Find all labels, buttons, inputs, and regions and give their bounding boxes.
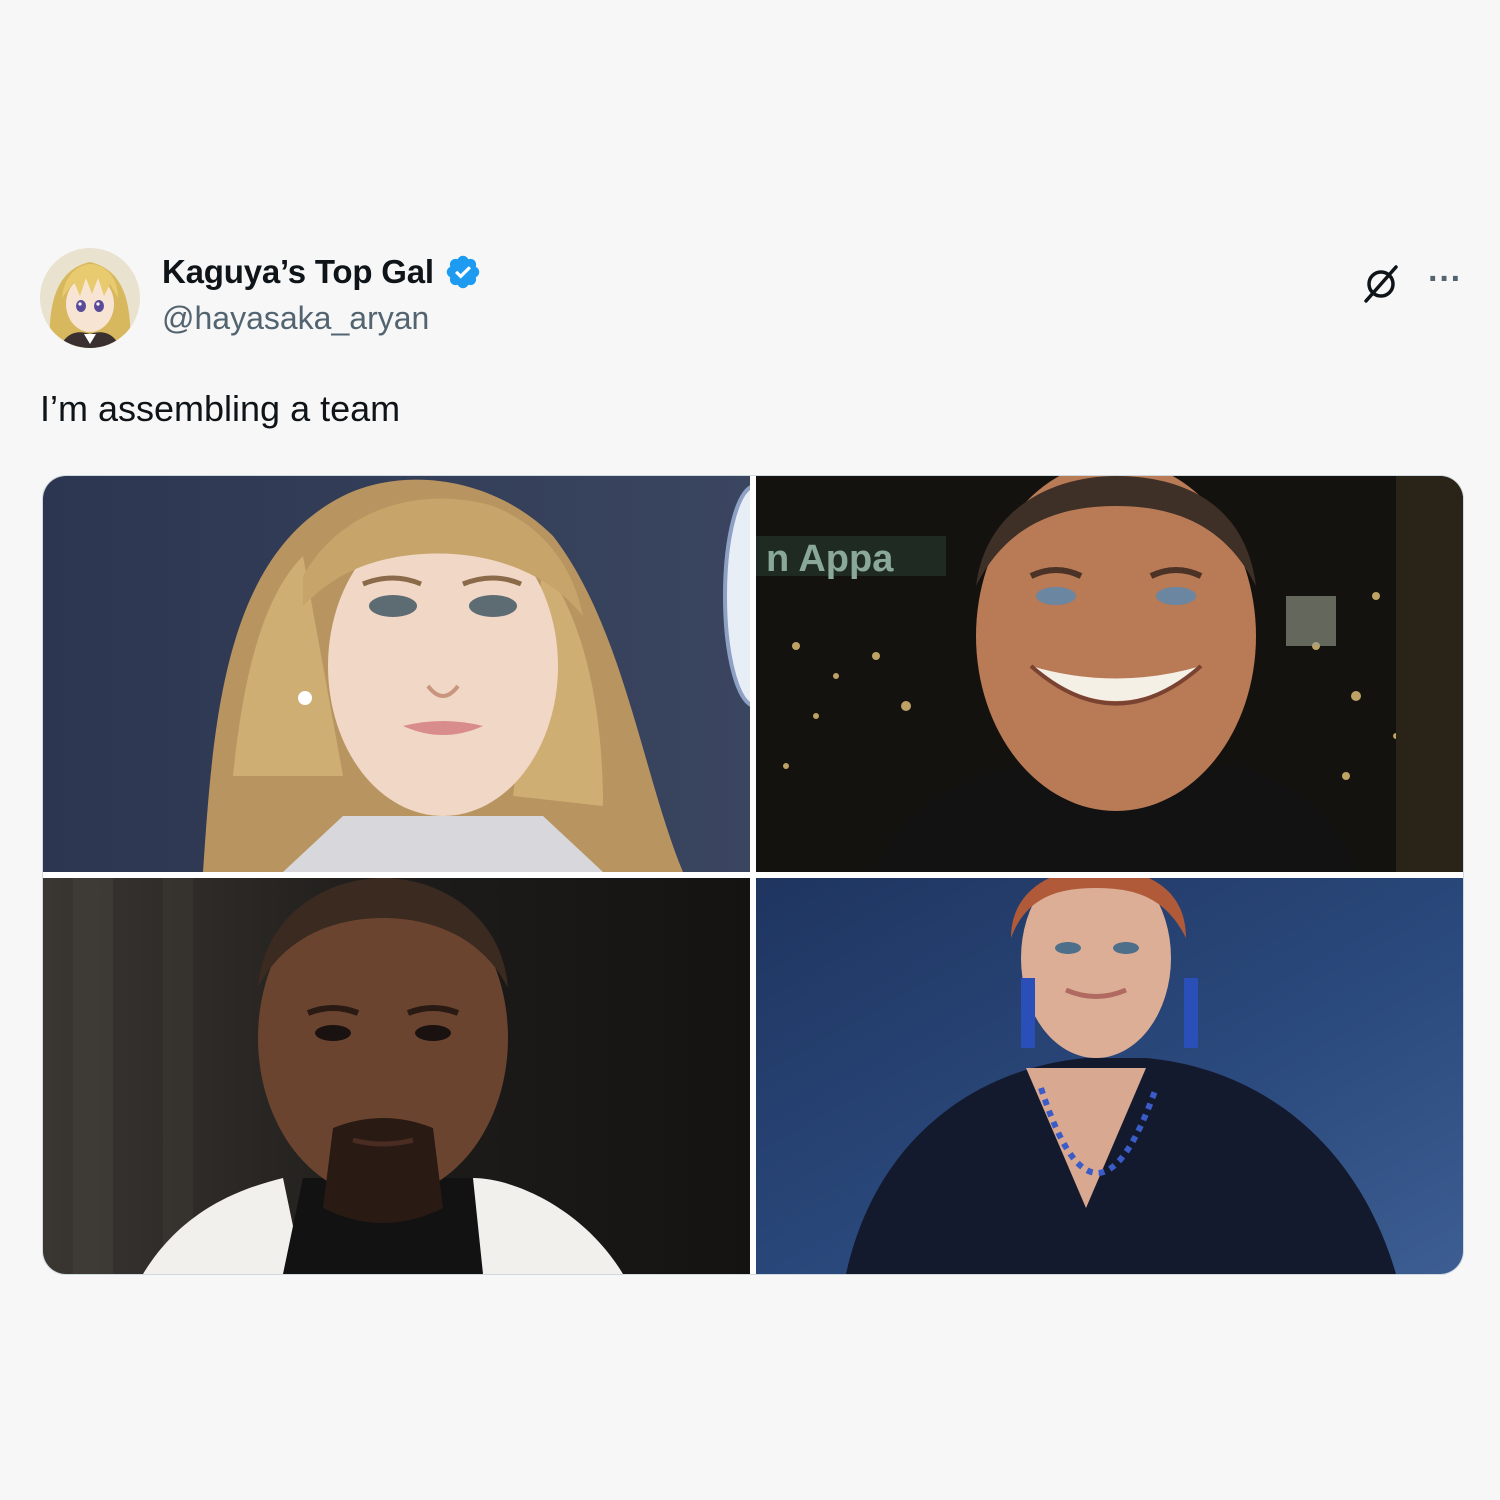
avatar[interactable]	[40, 248, 140, 348]
portrait-bald-man-icon	[43, 878, 750, 1274]
photo-4[interactable]	[756, 878, 1463, 1274]
tweet-actions: ···	[1358, 256, 1462, 312]
tweet-author: Kaguya’s Top Gal @hayasaka_aryan	[162, 250, 482, 337]
svg-text:n Appa: n Appa	[766, 538, 894, 580]
anime-avatar-icon	[40, 248, 140, 348]
photo-3[interactable]	[43, 878, 750, 1274]
photo-2[interactable]: n Appa	[756, 476, 1463, 872]
handle[interactable]: @hayasaka_aryan	[162, 300, 482, 337]
portrait-blonde-woman-icon	[43, 476, 750, 872]
page: Kaguya’s Top Gal @hayasaka_aryan ··· I’m…	[0, 0, 1500, 1500]
tweet-text: I’m assembling a team	[40, 388, 401, 429]
photo-1[interactable]	[43, 476, 750, 872]
grok-icon[interactable]	[1358, 261, 1404, 307]
verified-badge-icon[interactable]	[444, 253, 482, 291]
portrait-redhead-woman-icon	[756, 878, 1463, 1274]
more-options-icon[interactable]: ···	[1428, 256, 1462, 312]
display-name[interactable]: Kaguya’s Top Gal	[162, 253, 434, 291]
portrait-smiling-man-icon: n Appa	[756, 476, 1463, 872]
media-grid: n Appa	[42, 475, 1464, 1275]
